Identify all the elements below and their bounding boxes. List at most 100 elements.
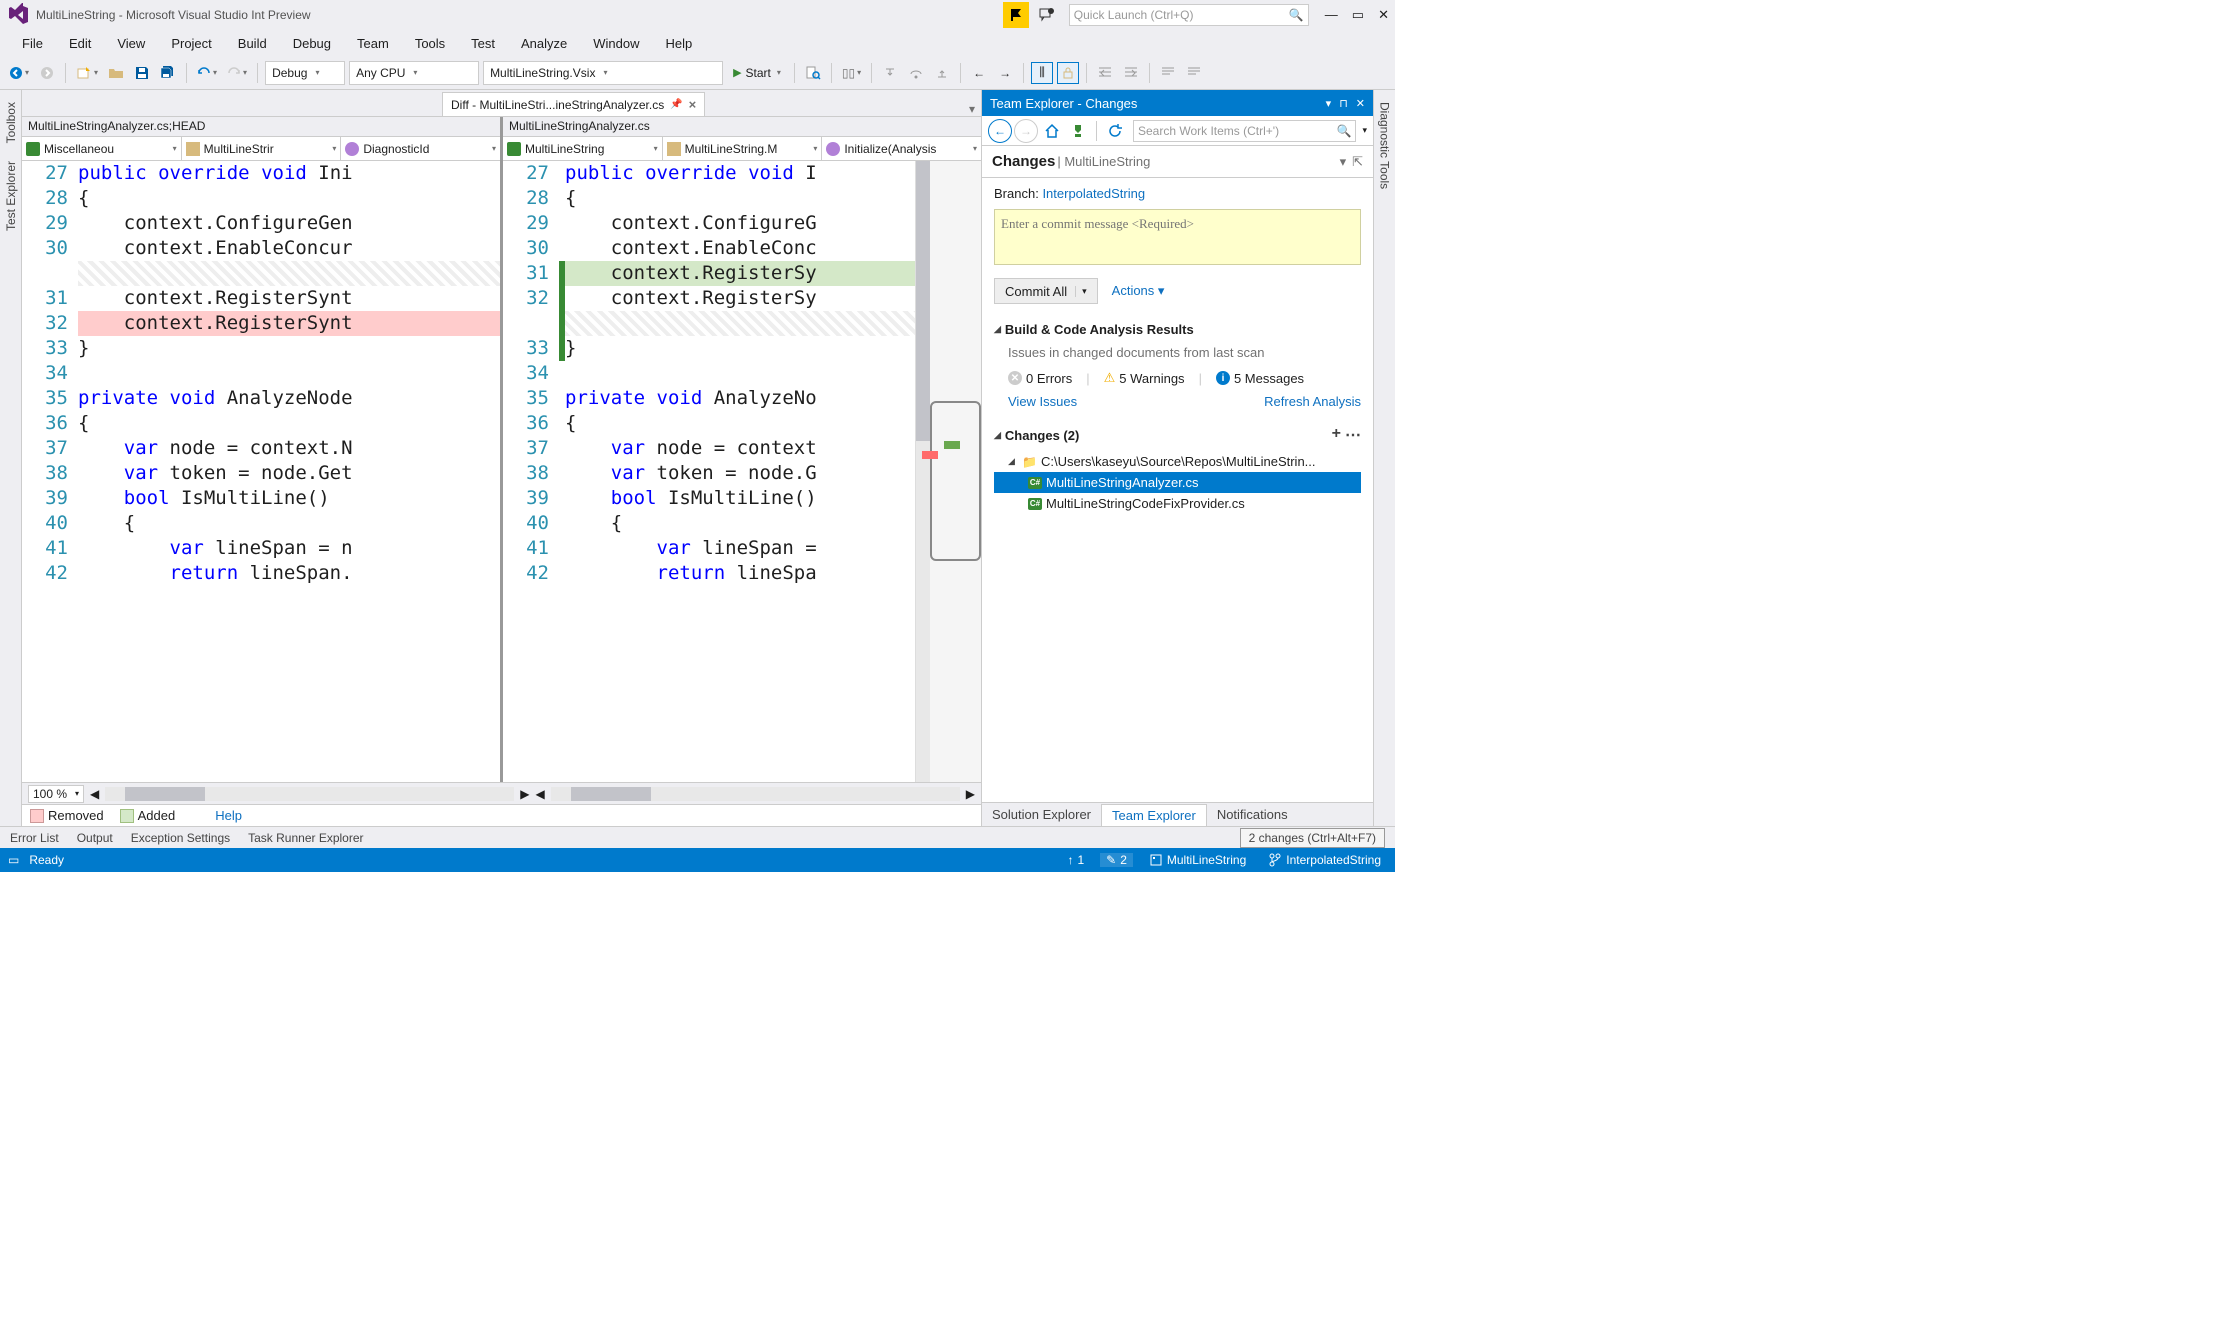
commit-dropdown-icon[interactable]: ▾ [1075,286,1087,297]
menu-team[interactable]: Team [345,33,401,54]
te-connect-button[interactable] [1066,119,1090,143]
legend-help-link[interactable]: Help [215,808,242,823]
quick-launch-input[interactable]: Quick Launch (Ctrl+Q) 🔍 [1069,4,1309,26]
feedback-icon[interactable] [1033,4,1061,26]
startup-combo[interactable]: MultiLineString.Vsix [483,61,723,85]
dropdown-icon[interactable]: ▾ [1326,97,1332,110]
te-title-dropdown[interactable]: ▾ [1340,154,1347,170]
exception-settings-tab[interactable]: Exception Settings [131,831,230,845]
menu-help[interactable]: Help [654,33,705,54]
error-list-tab[interactable]: Error List [10,831,59,845]
right-hscroll[interactable] [551,787,960,801]
undo-button[interactable] [194,61,220,85]
add-icon[interactable]: + [1332,425,1341,445]
scroll-left-arrow[interactable]: ◀ [90,787,99,801]
te-search-input[interactable]: Search Work Items (Ctrl+') 🔍 [1133,120,1356,142]
minimize-button[interactable]: — [1325,7,1338,23]
team-explorer-tab[interactable]: Team Explorer [1101,804,1207,826]
refresh-analysis-link[interactable]: Refresh Analysis [1264,394,1361,409]
maximize-button[interactable]: ▭ [1352,7,1364,23]
right-code-lines[interactable]: public override void I{ context.Configur… [565,161,915,782]
zoom-combo[interactable]: 100 % [28,785,84,803]
new-project-button[interactable] [73,61,101,85]
diagnostic-tools-tab[interactable]: Diagnostic Tools [1376,94,1394,197]
right-code-area[interactable]: 27282930313233343536373839404142 public … [503,161,981,782]
tab-overflow-icon[interactable]: ▾ [963,102,981,116]
config-combo[interactable]: Debug [265,61,345,85]
open-file-button[interactable] [105,61,127,85]
status-branch[interactable]: InterpolatedString [1262,853,1387,867]
status-pending-changes[interactable]: ✎ 2 [1100,853,1133,867]
notification-flag-icon[interactable] [1003,2,1029,28]
left-project-combo[interactable]: Miscellaneou [22,137,182,160]
te-back-button[interactable]: ← [988,119,1012,143]
right-project-combo[interactable]: MultiLineString [503,137,663,160]
save-all-button[interactable] [157,61,179,85]
right-member-combo[interactable]: Initialize(Analysis [822,137,981,160]
platform-combo[interactable]: Any CPU [349,61,479,85]
tree-file-2[interactable]: C# MultiLineStringCodeFixProvider.cs [994,493,1361,514]
changes-header[interactable]: Changes (2) + ⋯ [994,419,1361,451]
close-panel-icon[interactable]: ✕ [1356,97,1365,110]
find-in-files-button[interactable] [802,61,824,85]
scroll-right-arrow-2[interactable]: ▶ [966,787,975,801]
commit-all-button[interactable]: Commit All ▾ [994,278,1098,304]
solution-explorer-tab[interactable]: Solution Explorer [982,804,1101,825]
menu-window[interactable]: Window [581,33,651,54]
save-button[interactable] [131,61,153,85]
status-layout-icon[interactable]: ▭ [8,853,19,867]
overview-viewport[interactable] [930,401,981,561]
view-issues-link[interactable]: View Issues [1008,394,1077,409]
step-into-button[interactable] [879,61,901,85]
left-code-lines[interactable]: public override void Ini{ context.Config… [78,161,500,782]
more-icon[interactable]: ⋯ [1345,425,1361,445]
te-refresh-button[interactable] [1103,119,1127,143]
te-popout-icon[interactable]: ⇱ [1352,154,1363,170]
next-button[interactable]: → [994,61,1016,85]
status-unpushed[interactable]: ↑ 1 [1061,853,1090,867]
notifications-tab[interactable]: Notifications [1207,804,1298,825]
menu-view[interactable]: View [105,33,157,54]
document-tab[interactable]: Diff - MultiLineStri...ineStringAnalyzer… [442,92,705,116]
overview-ruler[interactable] [915,161,981,782]
menu-debug[interactable]: Debug [281,33,343,54]
pin-icon[interactable]: ⊓ [1339,97,1348,110]
tree-folder[interactable]: ◢ 📁 C:\Users\kaseyu\Source\Repos\MultiLi… [994,451,1361,472]
menu-analyze[interactable]: Analyze [509,33,579,54]
start-debug-button[interactable]: ▶Start [727,61,787,85]
indent-more-button[interactable] [1120,61,1142,85]
uncomment-button[interactable] [1183,61,1205,85]
left-code-area[interactable]: 27282930313233343536373839404142 public … [22,161,500,782]
pin-icon[interactable]: 📌 [670,99,682,110]
tree-file-1[interactable]: C# MultiLineStringAnalyzer.cs [994,472,1361,493]
te-forward-button[interactable]: → [1014,119,1038,143]
scroll-right-arrow[interactable]: ▶ [520,787,529,801]
status-repo[interactable]: MultiLineString [1143,853,1252,867]
branch-link[interactable]: InterpolatedString [1042,186,1145,201]
test-explorer-tab[interactable]: Test Explorer [2,153,20,239]
process-combo[interactable]: ▯▯ [839,61,864,85]
left-hscroll[interactable] [105,787,514,801]
left-member-combo[interactable]: DiagnosticId [341,137,500,160]
scroll-left-arrow-2[interactable]: ◀ [536,787,545,801]
output-tab[interactable]: Output [77,831,113,845]
menu-project[interactable]: Project [159,33,223,54]
left-class-combo[interactable]: MultiLineStrir [182,137,342,160]
menu-edit[interactable]: Edit [57,33,103,54]
toolbox-tab[interactable]: Toolbox [2,94,20,151]
comment-button[interactable] [1157,61,1179,85]
menu-file[interactable]: File [10,33,55,54]
menu-build[interactable]: Build [226,33,279,54]
redo-button[interactable] [224,61,250,85]
nav-forward-button[interactable] [36,61,58,85]
close-button[interactable]: ✕ [1378,7,1389,23]
actions-link[interactable]: Actions ▾ [1112,283,1165,299]
task-runner-tab[interactable]: Task Runner Explorer [248,831,363,845]
step-out-button[interactable] [931,61,953,85]
close-tab-icon[interactable]: × [689,97,697,112]
commit-message-input[interactable] [994,209,1361,265]
build-results-header[interactable]: Build & Code Analysis Results [994,316,1361,343]
nav-back-button[interactable] [6,61,32,85]
layout-btn-1[interactable]: ⫼ [1031,62,1053,84]
prev-button[interactable]: ← [968,61,990,85]
